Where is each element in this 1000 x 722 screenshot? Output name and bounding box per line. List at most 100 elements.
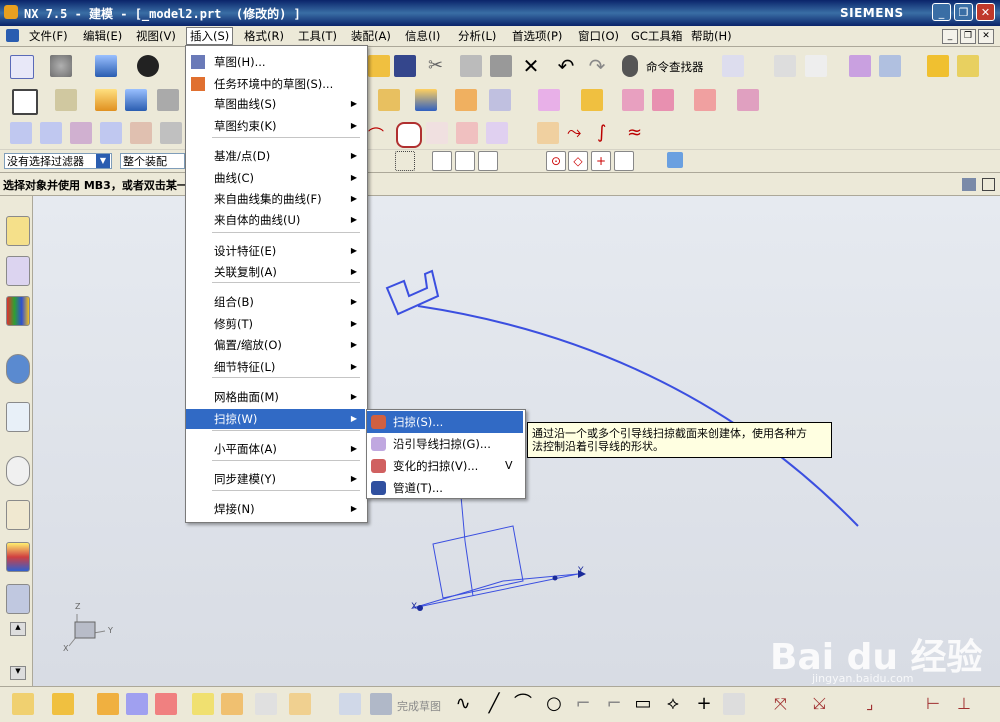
shell-icon[interactable]: [489, 89, 511, 111]
insert-menu-item-associative-copy[interactable]: 关联复制(A) ▶: [186, 262, 365, 282]
menu-edit[interactable]: 编辑(E): [80, 28, 125, 44]
wcs-icon[interactable]: [805, 55, 827, 77]
selection-icon[interactable]: [722, 55, 744, 77]
analysis-icon[interactable]: [849, 55, 871, 77]
command-finder-label[interactable]: 命令查找器: [646, 59, 704, 75]
layers-icon[interactable]: [774, 55, 796, 77]
reposition-icon[interactable]: [155, 693, 177, 715]
doc-minimize-button[interactable]: _: [942, 29, 958, 44]
cut-icon[interactable]: ✂: [428, 55, 450, 77]
rectangle-select-icon[interactable]: [395, 151, 415, 171]
subtract-icon[interactable]: [415, 89, 437, 111]
bounded-plane-icon[interactable]: [100, 122, 122, 144]
menu-file[interactable]: 文件(F): [26, 28, 71, 44]
make-corner-icon[interactable]: ⌟: [866, 693, 888, 715]
menu-insert[interactable]: 插入(S): [186, 27, 234, 45]
filter-dropdown-icon[interactable]: ▼: [96, 154, 110, 168]
snap-center-icon[interactable]: ⊙: [546, 151, 566, 171]
open-folder-icon[interactable]: [368, 55, 390, 77]
wave-icon[interactable]: [255, 693, 277, 715]
insert-menu-item-derived-curve[interactable]: 来自曲线集的曲线(F) ▶: [186, 189, 365, 209]
insert-menu-item-sketch-curve[interactable]: 草图曲线(S) ▶: [186, 94, 365, 114]
display-icon[interactable]: [879, 55, 901, 77]
render-style-icon[interactable]: [137, 55, 159, 77]
profile-icon[interactable]: ∿: [452, 693, 474, 715]
snap-intersection-icon[interactable]: +: [591, 151, 611, 171]
helix-icon[interactable]: ⤳: [567, 122, 589, 144]
hole-icon[interactable]: [157, 89, 179, 111]
line-icon[interactable]: ╱: [483, 693, 505, 715]
menu-gc-toolbox[interactable]: GC工具箱: [628, 28, 685, 44]
insert-menu-item-trim[interactable]: 修剪(T) ▶: [186, 314, 365, 334]
save-icon[interactable]: [394, 55, 416, 77]
move-component-icon[interactable]: [97, 693, 119, 715]
menu-window[interactable]: 窗口(O): [575, 28, 622, 44]
swept-icon[interactable]: [70, 122, 92, 144]
curve-extract-icon[interactable]: [486, 122, 508, 144]
quick-extend-icon[interactable]: ⤩: [813, 693, 835, 715]
menu-tools[interactable]: 工具(T): [295, 28, 340, 44]
unite-icon[interactable]: [378, 89, 400, 111]
chamfer-icon[interactable]: [581, 89, 603, 111]
sweep-submenu-item-sweep-along-guide[interactable]: 沿引导线扫掠(G)...: [367, 433, 523, 455]
insert-menu-item-detail-feature[interactable]: 细节特征(L) ▶: [186, 357, 365, 377]
trim-body-icon[interactable]: [652, 89, 674, 111]
menu-help[interactable]: 帮助(H): [688, 28, 735, 44]
explode-icon[interactable]: [192, 693, 214, 715]
insert-menu-item-synchronous-modeling[interactable]: 同步建模(Y) ▶: [186, 469, 365, 489]
quick-trim-icon[interactable]: ⤧: [774, 693, 796, 715]
scope-combo[interactable]: 整个装配: [120, 153, 185, 169]
offset-sketch-icon[interactable]: [723, 693, 745, 715]
fullscreen-icon[interactable]: [982, 178, 995, 191]
insert-menu-item-sweep[interactable]: 扫掠(W) ▶: [186, 409, 365, 429]
resource-scroll-down[interactable]: ▼: [10, 666, 26, 680]
constraint-icon[interactable]: ⊥: [957, 693, 979, 715]
edge-blend-icon[interactable]: [538, 89, 560, 111]
project-curve-icon[interactable]: [456, 122, 478, 144]
roles-icon[interactable]: [6, 542, 30, 572]
snap-endpoint-icon[interactable]: [432, 151, 452, 171]
clearance-icon[interactable]: [289, 693, 311, 715]
chamfer-sketch-icon[interactable]: ⌐: [603, 693, 625, 715]
shape-icon[interactable]: [50, 55, 72, 77]
copy-icon[interactable]: [460, 55, 482, 77]
polygon-icon[interactable]: ⟡: [662, 693, 684, 715]
through-curves-icon[interactable]: [10, 122, 32, 144]
insert-menu-item-datum-point[interactable]: 基准/点(D) ▶: [186, 146, 365, 166]
redo-icon[interactable]: ↷: [586, 55, 608, 77]
draft-icon[interactable]: [622, 89, 644, 111]
insert-menu-item-sketch-constraint[interactable]: 草图约束(K) ▶: [186, 116, 365, 136]
system-materials-icon[interactable]: [6, 500, 30, 530]
minimize-button[interactable]: _: [932, 3, 951, 21]
menu-assembly[interactable]: 装配(A): [348, 28, 394, 44]
delete-icon[interactable]: ✕: [520, 55, 542, 77]
insert-menu-item-combine[interactable]: 组合(B) ▶: [186, 292, 365, 312]
sweep-submenu-item-tube[interactable]: 管道(T)...: [367, 477, 523, 499]
curve-shape-icon[interactable]: [396, 122, 422, 148]
trim-sheet-icon[interactable]: [160, 122, 182, 144]
maximize-button[interactable]: ❐: [954, 3, 973, 21]
assembly-icon[interactable]: [12, 693, 34, 715]
insert-menu-item-weld[interactable]: 焊接(N) ▶: [186, 499, 365, 519]
snap-quadrant-icon[interactable]: ◇: [568, 151, 588, 171]
info-window-icon[interactable]: [6, 354, 30, 384]
snap-on-curve-icon[interactable]: [614, 151, 634, 171]
intersection-curve-icon[interactable]: [537, 122, 559, 144]
cue-line-icon[interactable]: [962, 178, 976, 191]
part-navigator-icon[interactable]: [6, 296, 30, 326]
insert-menu-item-design-feature[interactable]: 设计特征(E) ▶: [186, 241, 365, 261]
fillet-icon[interactable]: ⌐: [572, 693, 594, 715]
insert-menu-item-facet-body[interactable]: 小平面体(A) ▶: [186, 439, 365, 459]
offset-surface-icon[interactable]: [130, 122, 152, 144]
menu-analysis[interactable]: 分析(L): [455, 28, 499, 44]
dimension-icon[interactable]: ⊢: [926, 693, 948, 715]
revolve-icon[interactable]: [125, 89, 147, 111]
arc-icon[interactable]: ⌒: [512, 693, 534, 715]
sweep-submenu-item-variational-sweep[interactable]: 变化的扫掠(V)... V: [367, 455, 523, 477]
circle-icon[interactable]: ○: [543, 693, 565, 715]
point-icon[interactable]: +: [693, 693, 715, 715]
command-finder-icon[interactable]: [622, 55, 638, 77]
insert-menu-item-offset-scale[interactable]: 偏置/缩放(O) ▶: [186, 335, 365, 355]
sequence-icon[interactable]: [221, 693, 243, 715]
sketch-flag-icon[interactable]: [339, 693, 361, 715]
